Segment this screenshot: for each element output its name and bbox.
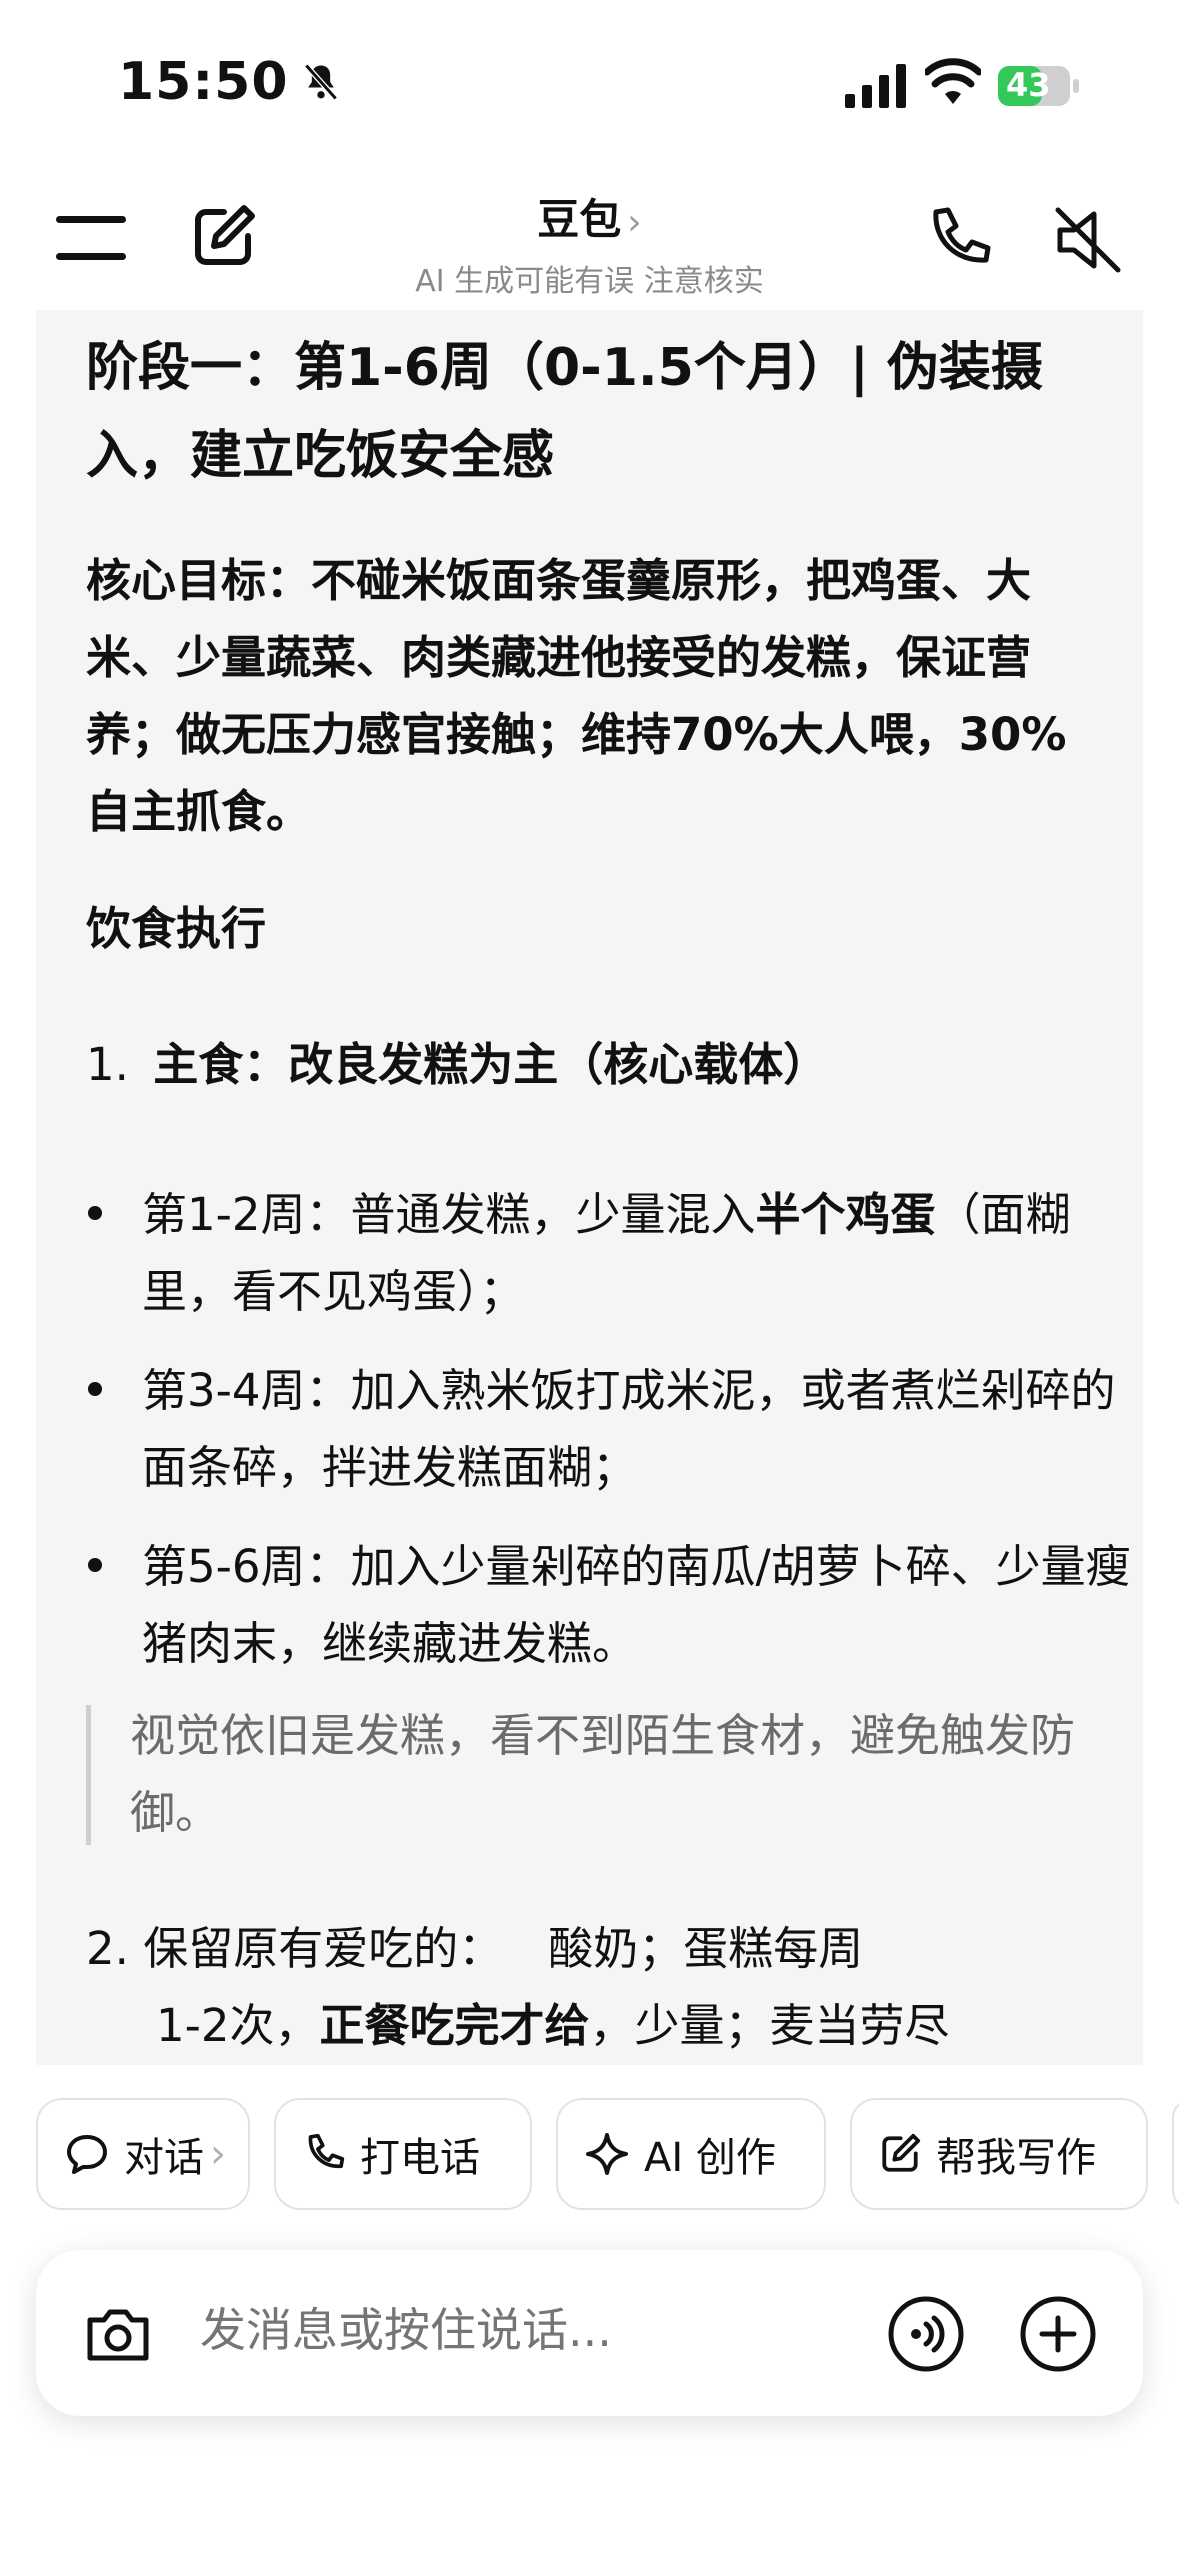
- bullet-dot: [88, 1206, 102, 1220]
- chat-bubble-icon: [67, 2135, 107, 2174]
- item-number: 1.: [86, 1038, 129, 1091]
- new-chat-icon[interactable]: [188, 202, 258, 272]
- item-number: 2.: [86, 1922, 129, 1975]
- bullet-dot: [88, 1382, 102, 1396]
- edit-icon: [882, 2133, 921, 2172]
- phone-icon: [308, 2133, 345, 2169]
- item-2-line-2: 1-2次，正餐吃完才给，少量；麦当劳尽: [86, 1987, 1126, 2064]
- stage-heading: 阶段一：第1-6周（0-1.5个月）| 伪装摄入，建立吃饭安全感: [86, 338, 1043, 486]
- bullet-text: 第3-4周：加入熟米饭打成米泥，或者煮烂剁碎的面条碎，拌进发糕面糊；: [142, 1364, 1116, 1494]
- section-title: 饮食执行: [86, 902, 267, 955]
- message-input[interactable]: [198, 2302, 902, 2358]
- item-2-text: 1-2次，: [156, 1999, 320, 2052]
- chip-label: AI 创作: [644, 2135, 776, 2181]
- sparkle-icon: [586, 2133, 628, 2175]
- bullet-text-bold: 半个鸡蛋: [755, 1188, 936, 1241]
- chip-more-partial[interactable]: [1172, 2098, 1179, 2210]
- camera-icon[interactable]: [82, 2298, 154, 2370]
- item-2-text: 保留原有爱吃的：: [143, 1922, 504, 1975]
- chevron-right-icon: ›: [210, 2131, 226, 2177]
- chevron-right-icon: ›: [627, 202, 642, 243]
- battery-indicator: 43: [998, 64, 1080, 108]
- item-2-bold-text: 正餐吃完才给: [319, 1999, 590, 2052]
- status-time-text: 15:50: [118, 52, 289, 112]
- chip-label: 对话: [124, 2135, 204, 2181]
- status-time: 15:50: [118, 52, 343, 112]
- bullet-text-plain: 第1-2周：普通发糕，少量混入: [142, 1188, 756, 1241]
- quick-action-bar: 对话 › 打电话 AI 创作 帮我写作: [0, 2098, 1179, 2214]
- plus-icon[interactable]: [1018, 2294, 1098, 2374]
- item-2-line-1: 2. 保留原有爱吃的：铁酸奶；蛋糕每周: [86, 1910, 1126, 1987]
- numbered-item-2: 2. 保留原有爱吃的：铁酸奶；蛋糕每周 1-2次，正餐吃完才给，少量；麦当劳尽: [86, 1910, 1126, 2064]
- wifi-icon: [925, 58, 981, 104]
- bullet-text: 第5-6周：加入少量剁碎的南瓜/胡萝卜碎、少量瘦猪肉末，继续藏进发糕。: [142, 1540, 1131, 1670]
- quote-text: 视觉依旧是发糕，看不到陌生食材，避免触发防御。: [130, 1709, 1076, 1839]
- bullet-text: 第1-2周：普通发糕，少量混入半个鸡蛋（面糊里，看不见鸡蛋）；: [142, 1176, 1132, 1330]
- chip-ai-create[interactable]: AI 创作: [556, 2098, 826, 2210]
- chip-label: 帮我写作: [936, 2135, 1096, 2181]
- menu-icon[interactable]: [56, 210, 126, 266]
- speaker-muted-icon[interactable]: [1052, 204, 1124, 276]
- message-card: 阶段一：第1-6周（0-1.5个月）| 伪装摄入，建立吃饭安全感 核心目标：不碰…: [36, 310, 1143, 2065]
- bot-name: 豆包: [537, 195, 622, 244]
- ai-disclaimer: AI 生成可能有误 注意核实: [415, 264, 764, 299]
- item-2-text-tail: ，少量；麦当劳尽: [589, 1999, 950, 2052]
- chip-label: 打电话: [360, 2135, 480, 2181]
- item-2-text-rest: 酸奶；蛋糕每周: [548, 1922, 864, 1975]
- cellular-signal-icon: [845, 64, 906, 108]
- quote-bar: [86, 1705, 91, 1845]
- blockquote: 视觉依旧是发糕，看不到陌生食材，避免触发防御。: [86, 1705, 1126, 1845]
- chip-call[interactable]: 打电话: [274, 2098, 532, 2210]
- chip-chat[interactable]: 对话 ›: [36, 2098, 250, 2210]
- core-goal-paragraph: 核心目标：不碰米饭面条蛋羹原形，把鸡蛋、大米、少量蔬菜、肉类藏进他接受的发糕，保…: [86, 554, 1067, 838]
- chip-writing[interactable]: 帮我写作: [850, 2098, 1148, 2210]
- battery-level: 43: [1006, 66, 1051, 104]
- numbered-item-1: 1. 主食：改良发糕为主（核心载体）: [86, 1026, 828, 1103]
- voice-input-icon[interactable]: [886, 2294, 966, 2374]
- item-title: 主食：改良发糕为主（核心载体）: [153, 1038, 829, 1091]
- bot-name-button[interactable]: 豆包 ›: [400, 186, 779, 247]
- message-input-bar: [36, 2250, 1143, 2416]
- bullet-dot: [88, 1558, 102, 1572]
- phone-call-icon[interactable]: [922, 204, 994, 276]
- bell-muted-icon: [303, 63, 338, 101]
